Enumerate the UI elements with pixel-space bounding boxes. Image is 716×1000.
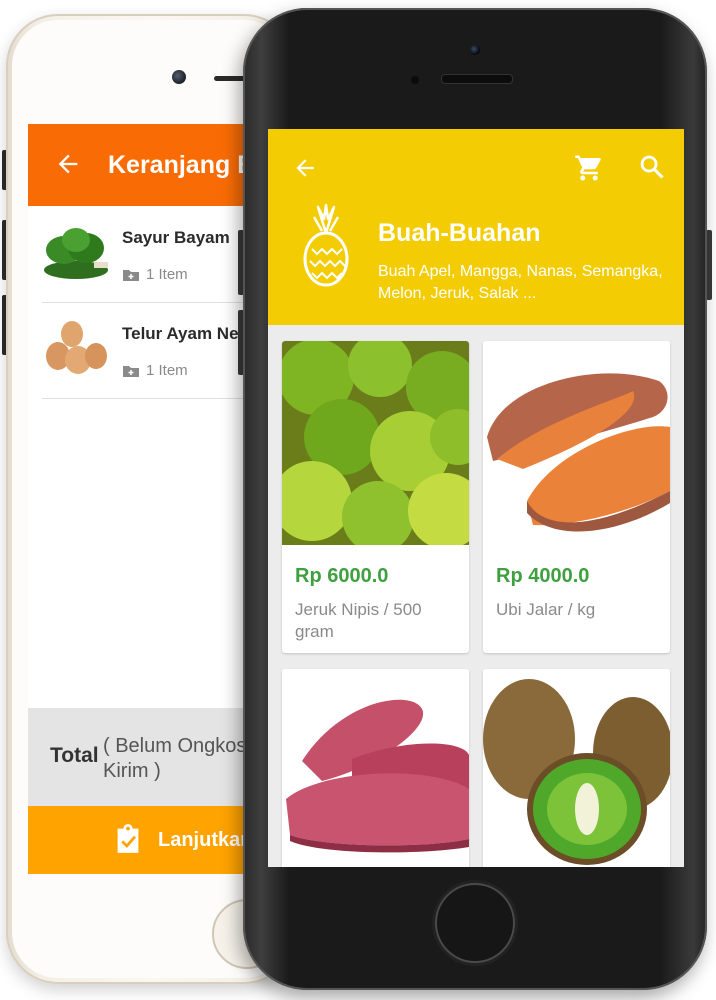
front-camera [470,45,480,55]
lime-image [282,341,469,545]
cart-item[interactable]: Telur Ayam Negeri 1 Item [42,302,268,399]
cart-item-name: Sayur Bayam [122,228,230,247]
purple-sweet-potato-image [282,669,469,867]
pineapple-icon [303,203,349,287]
category-description: Buah Apel, Mangga, Nanas, Semangka, Melo… [378,263,663,302]
front-camera [172,70,186,84]
search-icon[interactable] [638,153,666,181]
total-bar: Total ( Belum Ongkos Kirim ) [28,708,268,806]
cart-screen: Keranjang Belanja Sayur Bayam 1 Item Tel… [28,124,268,874]
kiwi-image [483,669,670,867]
category-header: Buah-Buahan Buah Apel, Mangga, Nanas, Se… [268,129,684,325]
cart-item-qty: 1 Item [146,266,188,283]
cart-item[interactable]: Sayur Bayam 1 Item [42,206,268,303]
product-name: Ubi Jalar / kg [496,600,596,619]
arrow-left-icon[interactable] [292,155,318,181]
home-button[interactable] [435,883,515,963]
product-card[interactable]: Rp 6000.0 Jeruk Nipis / 500 gram [282,341,469,653]
eggs-image [46,321,107,374]
total-label: Total [50,744,99,767]
cart-appbar: Keranjang Belanja [28,124,268,206]
folder-plus-icon [123,366,139,377]
earpiece-speaker [441,74,513,84]
proximity-sensor [411,76,419,84]
product-card[interactable]: Rp 4000.0 Ubi Jalar / kg [483,341,670,653]
shopping-cart-icon[interactable] [574,153,604,183]
category-title: Buah-Buahan [378,219,541,247]
arrow-left-icon[interactable] [54,150,82,178]
continue-button[interactable]: Lanjutkan [28,806,268,874]
cart-item-qty: 1 Item [146,362,188,379]
product-card[interactable] [282,669,469,867]
continue-label: Lanjutkan [158,829,253,851]
product-card[interactable] [483,669,670,867]
product-price: Rp 6000.0 [295,565,389,587]
spinach-image [44,228,108,279]
product-name: Jeruk Nipis / 500 gram [295,600,422,641]
folder-plus-icon [123,270,139,281]
product-price: Rp 4000.0 [496,565,590,587]
sweet-potato-image [483,341,670,545]
clipboard-check-icon [117,824,139,853]
category-screen: Buah-Buahan Buah Apel, Mangga, Nanas, Se… [268,129,684,867]
